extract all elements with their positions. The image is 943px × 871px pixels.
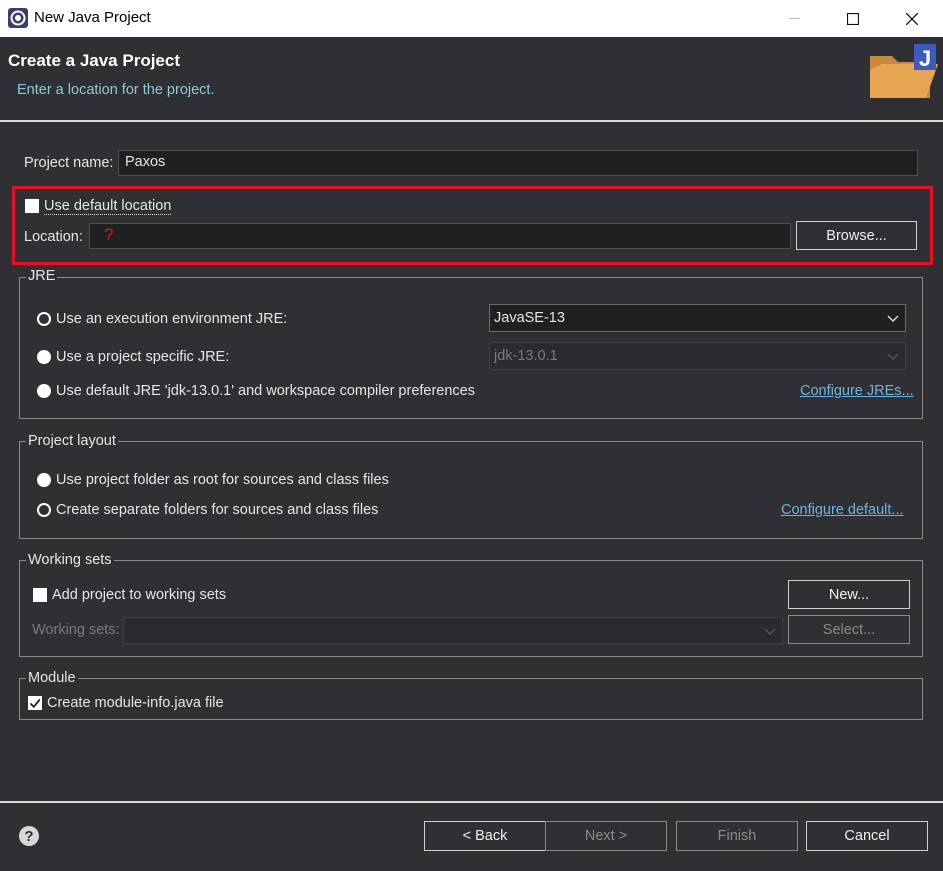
module-group-label: Module — [26, 670, 78, 686]
exec-env-value: JavaSE-13 — [494, 310, 565, 326]
project-specific-radio[interactable] — [37, 350, 51, 364]
back-button[interactable]: < Back — [424, 821, 546, 851]
checkmark-icon — [29, 698, 41, 709]
create-module-info-label: Create module-info.java file — [47, 695, 224, 711]
layout-root-label: Use project folder as root for sources a… — [56, 472, 389, 488]
location-input[interactable]: ? — [89, 223, 791, 249]
close-button[interactable] — [889, 0, 935, 37]
cancel-button[interactable]: Cancel — [806, 821, 928, 851]
help-glyph: ? — [24, 827, 34, 845]
jre-group-label: JRE — [26, 268, 58, 284]
exec-env-combo[interactable]: JavaSE-13 — [489, 304, 906, 332]
select-working-sets-button[interactable]: Select... — [788, 615, 910, 644]
wizard-header: Create a Java Project Enter a location f… — [0, 37, 943, 120]
help-icon[interactable]: ? — [19, 826, 39, 846]
minimize-icon — [788, 17, 800, 19]
project-name-value: Paxos — [125, 154, 166, 170]
close-icon — [906, 12, 918, 25]
java-project-folder-icon: J — [870, 44, 938, 98]
layout-root-radio[interactable] — [37, 473, 51, 487]
location-label: Location: — [24, 229, 83, 245]
configure-default-link[interactable]: Configure default... — [781, 502, 904, 518]
title-bar: New Java Project — [0, 0, 943, 37]
eclipse-app-icon — [8, 8, 28, 28]
project-layout-group-label: Project layout — [26, 433, 118, 449]
svg-text:J: J — [919, 46, 931, 71]
finish-button[interactable]: Finish — [676, 821, 798, 851]
project-specific-label: Use a project specific JRE: — [56, 349, 230, 365]
browse-button[interactable]: Browse... — [796, 221, 917, 250]
footer-divider — [0, 801, 943, 803]
header-divider — [0, 120, 943, 122]
exec-env-radio[interactable] — [37, 312, 51, 326]
page-title: Create a Java Project — [8, 51, 180, 70]
chevron-down-icon — [764, 628, 776, 635]
new-working-set-button[interactable]: New... — [788, 580, 910, 609]
project-specific-combo[interactable]: jdk-13.0.1 — [489, 342, 906, 370]
default-jre-radio[interactable] — [37, 384, 51, 398]
layout-separate-radio[interactable] — [37, 503, 51, 517]
project-layout-group — [19, 441, 923, 539]
maximize-icon — [847, 12, 859, 25]
create-module-info-checkbox[interactable] — [28, 696, 42, 710]
use-default-location-checkbox[interactable] — [25, 199, 39, 213]
default-jre-label: Use default JRE 'jdk-13.0.1' and workspa… — [56, 383, 475, 399]
chevron-down-icon — [887, 315, 899, 322]
add-to-working-sets-checkbox[interactable] — [33, 588, 47, 602]
minimize-button[interactable] — [771, 0, 817, 37]
project-name-label: Project name: — [24, 155, 114, 171]
use-default-location-label: Use default location — [44, 198, 172, 215]
working-sets-group-label: Working sets — [26, 552, 114, 568]
page-subtitle: Enter a location for the project. — [17, 82, 215, 98]
project-name-input[interactable]: Paxos — [118, 150, 918, 176]
exec-env-label: Use an execution environment JRE: — [56, 311, 288, 327]
window-title: New Java Project — [34, 9, 151, 26]
location-error-marker: ? — [104, 225, 114, 244]
chevron-down-icon — [887, 353, 899, 360]
working-sets-label: Working sets: — [32, 622, 120, 638]
working-sets-combo[interactable] — [123, 617, 783, 644]
maximize-button[interactable] — [830, 0, 876, 37]
next-button[interactable]: Next > — [545, 821, 667, 851]
configure-jres-link[interactable]: Configure JREs... — [800, 383, 914, 399]
layout-separate-label: Create separate folders for sources and … — [56, 502, 379, 518]
add-to-working-sets-label: Add project to working sets — [52, 587, 227, 603]
project-specific-value: jdk-13.0.1 — [494, 348, 558, 364]
